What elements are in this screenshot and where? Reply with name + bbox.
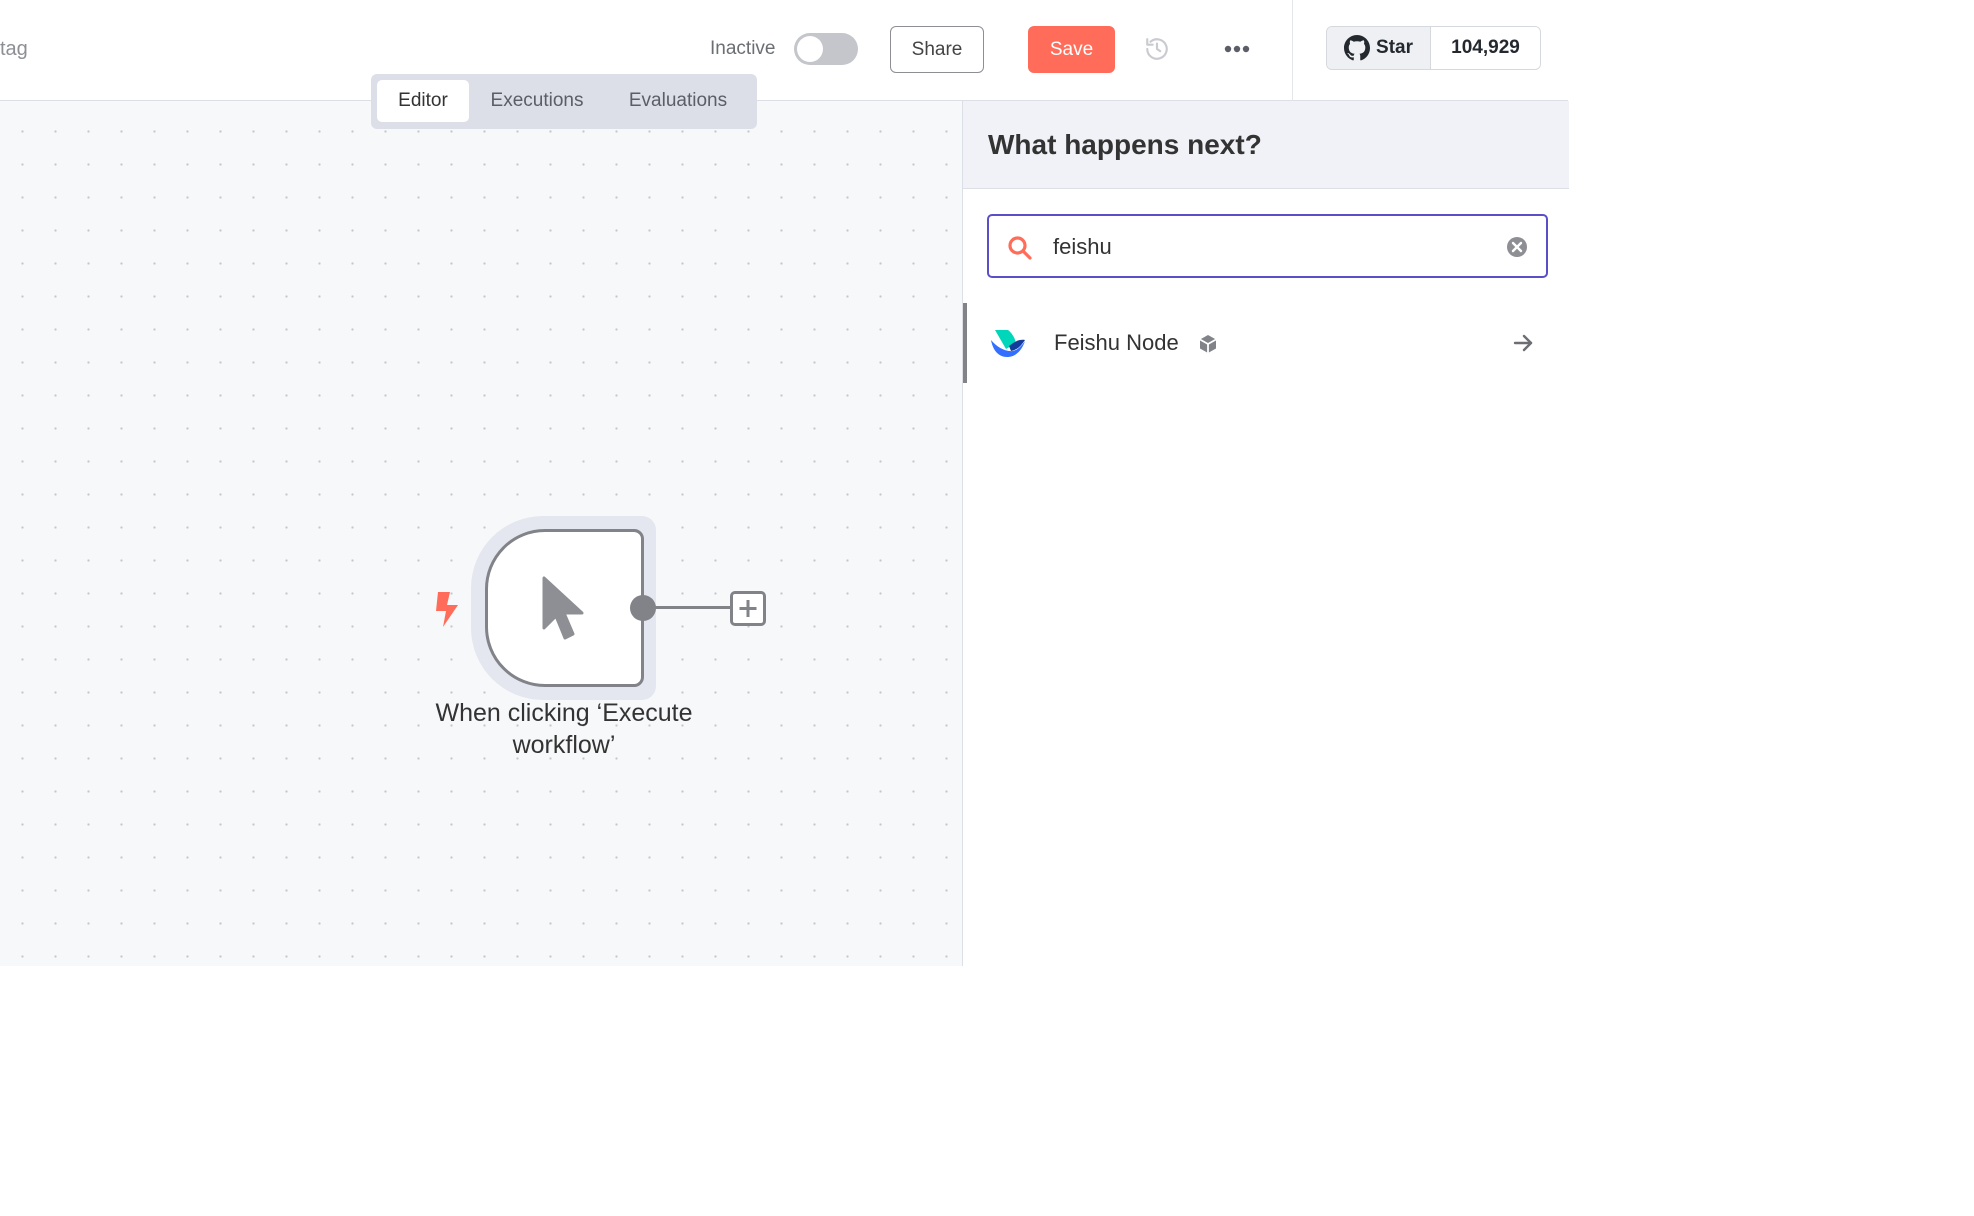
toggle-knob (797, 36, 823, 62)
mouse-pointer-icon (542, 576, 584, 640)
github-icon (1344, 35, 1371, 61)
node-search-box[interactable] (987, 214, 1548, 278)
plus-icon (739, 600, 757, 617)
top-header: tag Inactive Share Save Star 104,929 (0, 0, 1568, 101)
feishu-logo-icon (991, 330, 1025, 357)
history-icon[interactable] (1144, 36, 1170, 62)
arrow-right-icon (1513, 334, 1533, 352)
node-creator-panel: What happens next? Feishu Node (962, 101, 1569, 966)
trigger-node-label-line2: workflow’ (512, 731, 616, 759)
search-result-item[interactable]: Feishu Node (967, 303, 1567, 383)
panel-title: What happens next? (988, 129, 1262, 160)
github-star-button[interactable]: Star (1327, 27, 1431, 69)
trigger-node-label-line1: When clicking ‘Execute (435, 699, 693, 727)
header-divider (1292, 0, 1293, 101)
node-search-input[interactable] (1053, 230, 1493, 264)
github-star-widget: Star 104,929 (1326, 26, 1541, 70)
tag-text[interactable]: tag (0, 38, 28, 61)
workflow-canvas[interactable] (0, 101, 962, 966)
add-node-button[interactable] (730, 591, 766, 626)
panel-header: What happens next? (963, 101, 1569, 189)
more-options-icon[interactable] (1222, 38, 1252, 60)
search-icon (1008, 236, 1032, 260)
status-label: Inactive (710, 38, 776, 59)
trigger-node-label: When clicking ‘Execute workflow’ (404, 697, 724, 761)
save-button[interactable]: Save (1028, 26, 1115, 73)
clear-search-icon[interactable] (1506, 236, 1528, 258)
tab-evaluations[interactable]: Evaluations (607, 80, 749, 122)
node-connector-line (650, 606, 734, 609)
tab-executions[interactable]: Executions (477, 80, 597, 122)
lightning-bolt-icon (436, 592, 458, 627)
github-star-count[interactable]: 104,929 (1431, 27, 1540, 69)
view-tabs: Editor Executions Evaluations (371, 74, 757, 129)
result-label: Feishu Node (1054, 330, 1179, 355)
tab-editor[interactable]: Editor (377, 80, 469, 122)
active-toggle[interactable] (794, 33, 858, 65)
share-button[interactable]: Share (890, 26, 984, 73)
github-star-label: Star (1376, 37, 1413, 58)
cube-icon (1199, 335, 1217, 353)
